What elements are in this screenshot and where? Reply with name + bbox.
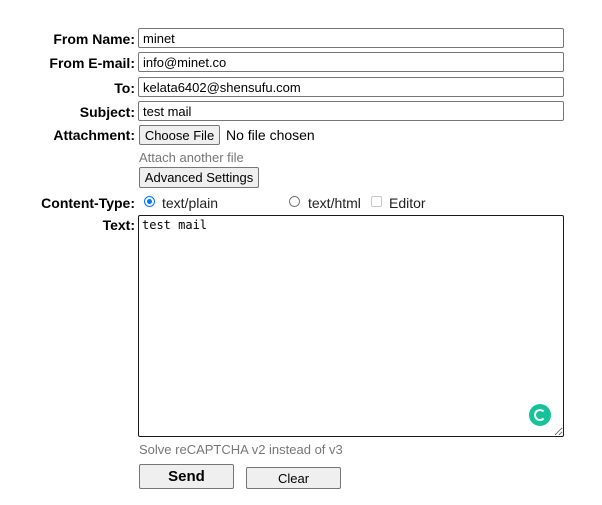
editor-label: Editor <box>389 195 426 211</box>
subject-input[interactable] <box>138 101 564 121</box>
file-status: No file chosen <box>226 127 315 143</box>
message-textarea[interactable]: test mail <box>138 215 564 437</box>
text-plain-radio[interactable] <box>144 196 155 207</box>
choose-file-button[interactable]: Choose File <box>139 125 220 145</box>
from-email-label: From E-mail: <box>49 55 135 71</box>
from-name-input[interactable] <box>138 28 564 48</box>
text-label: Text: <box>102 217 135 233</box>
content-type-label: Content-Type: <box>41 195 135 211</box>
clear-button[interactable]: Clear <box>246 467 341 489</box>
advanced-settings-button[interactable]: Advanced Settings <box>139 167 259 188</box>
text-html-label: text/html <box>308 195 361 211</box>
from-email-input[interactable] <box>138 52 564 72</box>
editor-checkbox[interactable] <box>371 196 382 207</box>
attachment-label: Attachment: <box>53 127 135 143</box>
send-button[interactable]: Send <box>139 464 234 489</box>
attach-another-link[interactable]: Attach another file <box>139 150 244 165</box>
from-name-label: From Name: <box>53 31 135 47</box>
to-input[interactable] <box>138 77 564 97</box>
grammarly-icon[interactable] <box>529 404 551 426</box>
text-html-radio[interactable] <box>289 196 300 207</box>
recaptcha-v2-link[interactable]: Solve reCAPTCHA v2 instead of v3 <box>139 442 343 457</box>
to-label: To: <box>114 80 135 96</box>
subject-label: Subject: <box>79 104 135 120</box>
text-plain-label: text/plain <box>162 195 219 211</box>
